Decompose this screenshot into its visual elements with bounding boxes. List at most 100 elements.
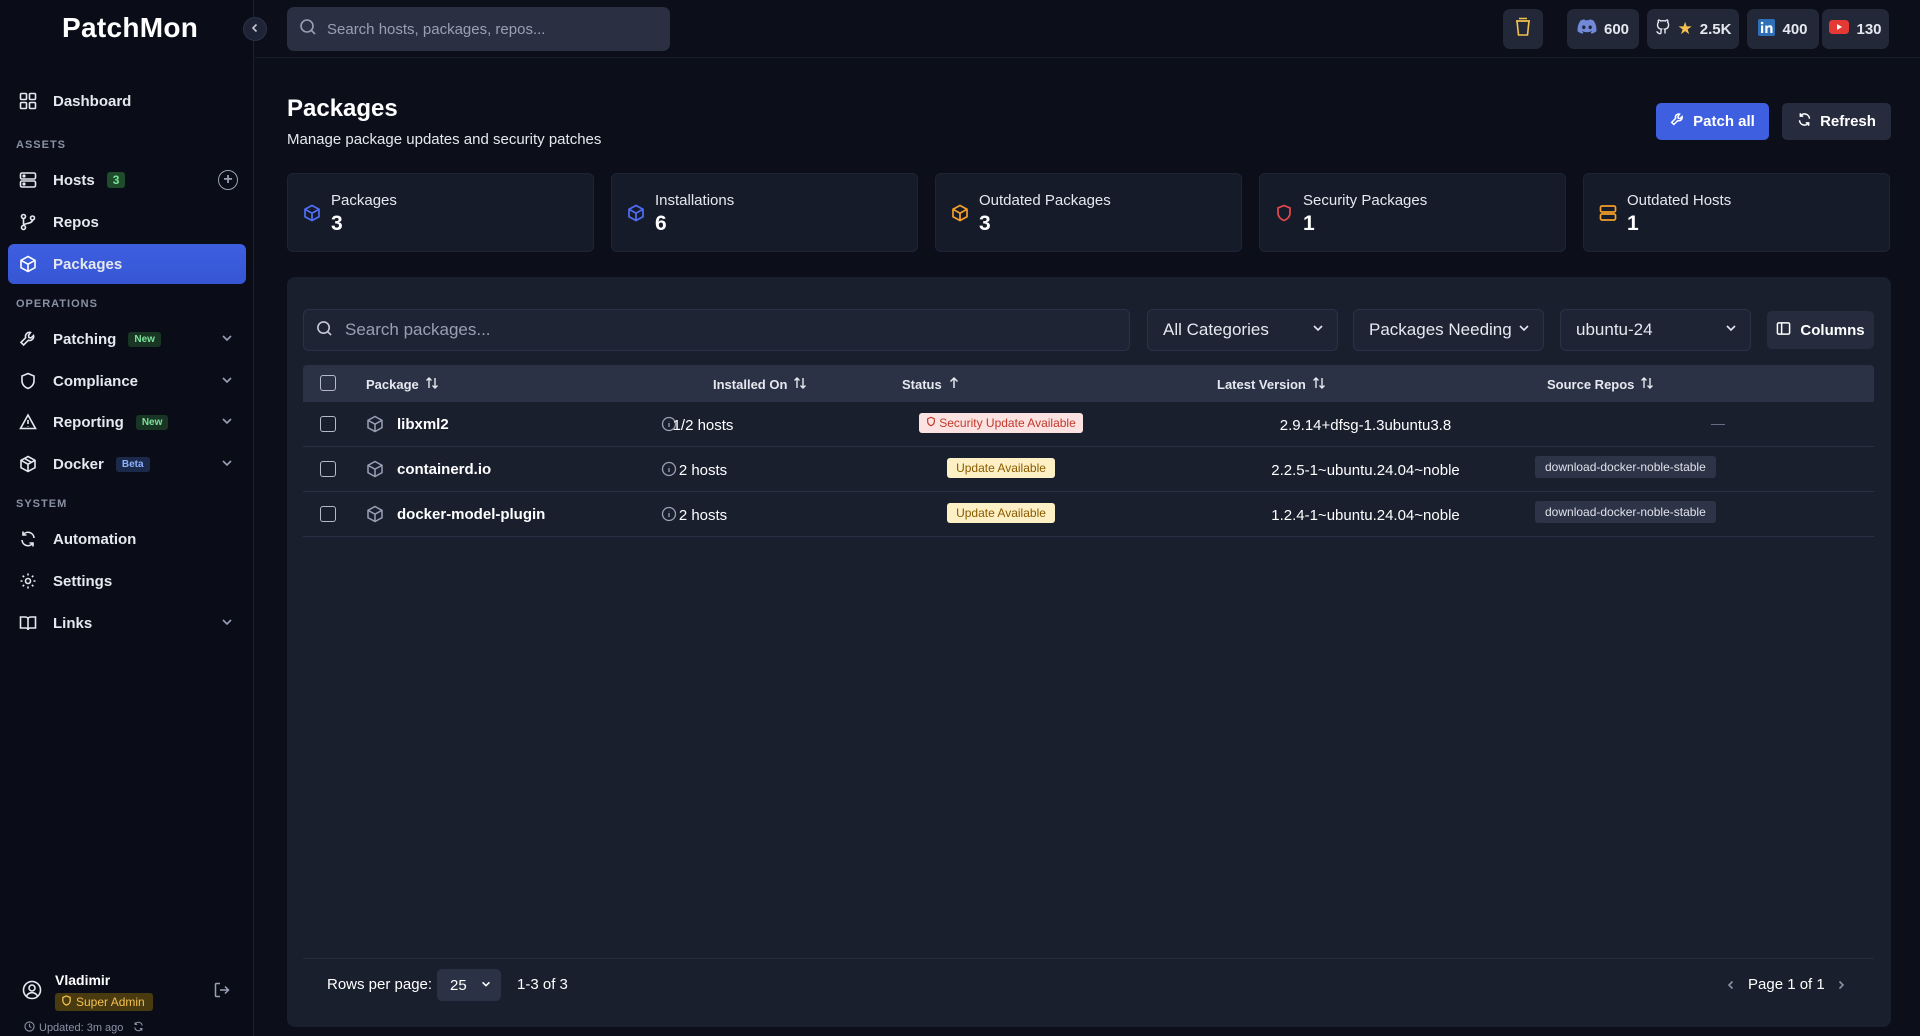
sidebar-item-reporting[interactable]: Reporting New xyxy=(8,402,246,442)
package-search-input[interactable] xyxy=(345,320,1105,340)
source-repo-cell: download-docker-noble-stable xyxy=(1535,456,1716,478)
column-header-status[interactable]: Status xyxy=(902,376,960,393)
status-text: Security Update Available xyxy=(939,416,1076,430)
buy-coffee-button[interactable] xyxy=(1503,9,1543,49)
status-select[interactable]: Packages Needing xyxy=(1353,309,1544,351)
column-header-label: Latest Version xyxy=(1217,377,1306,392)
stat-card-outdated-packages[interactable]: Outdated Packages 3 xyxy=(935,173,1242,252)
rows-per-page-label: Rows per page: xyxy=(327,976,433,993)
stat-label: Outdated Packages xyxy=(979,192,1111,209)
source-repo-tag[interactable]: download-docker-noble-stable xyxy=(1535,501,1716,523)
youtube-icon xyxy=(1829,20,1850,38)
refresh-icon xyxy=(1797,112,1812,131)
status-select-value: Packages Needing xyxy=(1369,320,1512,339)
source-repo-cell: download-docker-noble-stable xyxy=(1535,501,1716,523)
stat-label: Installations xyxy=(655,192,735,209)
sidebar-item-links[interactable]: Links xyxy=(8,603,246,643)
sidebar-item-patching[interactable]: Patching New xyxy=(8,319,246,359)
refresh-button[interactable]: Refresh xyxy=(1782,103,1891,140)
shield-icon xyxy=(926,416,936,430)
chevron-down-icon xyxy=(220,373,234,391)
page-title: Packages xyxy=(287,95,398,122)
warning-triangle-icon xyxy=(18,412,38,432)
add-host-icon[interactable]: + xyxy=(218,170,238,190)
source-repo-tag[interactable]: download-docker-noble-stable xyxy=(1535,456,1716,478)
linkedin-stat[interactable]: 400 xyxy=(1747,9,1819,49)
user-profile[interactable]: Vladimir Super Admin xyxy=(22,970,242,1011)
installed-on[interactable]: 2 hosts xyxy=(628,507,778,524)
youtube-stat[interactable]: 130 xyxy=(1822,9,1889,49)
status-cell: Update Available xyxy=(911,503,1091,523)
installed-on[interactable]: 1/2 hosts xyxy=(628,417,778,434)
sidebar-item-label: Packages xyxy=(53,255,123,273)
patch-all-label: Patch all xyxy=(1693,113,1755,130)
chevron-down-icon xyxy=(220,615,234,633)
columns-icon xyxy=(1776,321,1791,340)
youtube-count: 130 xyxy=(1856,20,1882,38)
rows-per-page-select[interactable]: 25 xyxy=(437,969,501,1001)
chevron-right-icon[interactable] xyxy=(1835,978,1847,995)
sidebar-item-label: Settings xyxy=(53,572,113,590)
table-row[interactable]: libxml2 1/2 hosts Security Update Availa… xyxy=(303,402,1874,447)
section-label-assets: ASSETS xyxy=(16,139,67,151)
table-row[interactable]: containerd.io 2 hosts Update Available 2… xyxy=(303,447,1874,492)
column-header-latest-version[interactable]: Latest Version xyxy=(1217,376,1326,393)
row-checkbox[interactable] xyxy=(320,461,336,477)
stat-card-security-packages[interactable]: Security Packages 1 xyxy=(1259,173,1566,252)
sidebar-item-label: Patching xyxy=(53,330,117,348)
column-header-source-repos[interactable]: Source Repos xyxy=(1547,376,1654,393)
sidebar-item-repos[interactable]: Repos xyxy=(8,202,246,242)
packages-panel: All Categories Packages Needing ubuntu-2… xyxy=(287,277,1891,1027)
stat-card-packages[interactable]: Packages 3 xyxy=(287,173,594,252)
sort-icon xyxy=(1640,376,1654,393)
discord-stat[interactable]: 600 xyxy=(1567,9,1639,49)
column-header-package[interactable]: Package xyxy=(366,376,439,393)
installed-on[interactable]: 2 hosts xyxy=(628,462,778,479)
table-row[interactable]: docker-model-plugin 2 hosts Update Avail… xyxy=(303,492,1874,537)
column-header-installed-on[interactable]: Installed On xyxy=(713,376,807,393)
github-stat[interactable]: ★ 2.5K xyxy=(1647,9,1739,49)
sidebar-item-dashboard[interactable]: Dashboard xyxy=(8,81,246,121)
select-all-checkbox[interactable] xyxy=(320,375,336,391)
sidebar-collapse-button[interactable] xyxy=(243,17,267,41)
sidebar-item-docker[interactable]: Docker Beta xyxy=(8,444,246,484)
stat-value: 3 xyxy=(331,212,343,235)
logout-icon[interactable] xyxy=(213,981,231,1003)
book-icon xyxy=(18,613,38,633)
category-select[interactable]: All Categories xyxy=(1147,309,1338,351)
chevron-left-icon[interactable] xyxy=(1725,978,1737,995)
package-search[interactable] xyxy=(303,309,1130,351)
row-checkbox[interactable] xyxy=(320,416,336,432)
sidebar-item-settings[interactable]: Settings xyxy=(8,561,246,601)
row-checkbox[interactable] xyxy=(320,506,336,522)
columns-button[interactable]: Columns xyxy=(1767,311,1874,349)
stat-card-installations[interactable]: Installations 6 xyxy=(611,173,918,252)
patch-all-button[interactable]: Patch all xyxy=(1656,103,1769,140)
sidebar-item-hosts[interactable]: Hosts 3 + xyxy=(8,160,246,200)
role-badge: Super Admin xyxy=(55,993,153,1011)
server-icon xyxy=(18,170,38,190)
sidebar-item-label: Repos xyxy=(53,213,99,231)
package-icon xyxy=(18,254,38,274)
pagination-range: 1-3 of 3 xyxy=(517,976,568,993)
refresh-label: Refresh xyxy=(1820,113,1876,130)
os-select[interactable]: ubuntu-24 xyxy=(1560,309,1751,351)
package-name[interactable]: docker-model-plugin xyxy=(397,506,545,523)
latest-version: 1.2.4-1~ubuntu.24.04~noble xyxy=(1271,507,1460,524)
global-search-input[interactable] xyxy=(327,20,647,38)
sidebar-item-label: Hosts xyxy=(53,171,95,189)
sidebar: PatchMon Dashboard ASSETS Hosts 3 + Repo… xyxy=(0,0,254,1036)
sidebar-item-packages[interactable]: Packages xyxy=(8,244,246,284)
package-name[interactable]: libxml2 xyxy=(397,416,449,433)
app-logo[interactable]: PatchMon xyxy=(62,12,198,44)
sidebar-item-automation[interactable]: Automation xyxy=(8,519,246,559)
package-name[interactable]: containerd.io xyxy=(397,461,491,478)
sidebar-item-compliance[interactable]: Compliance xyxy=(8,361,246,401)
section-label-operations: OPERATIONS xyxy=(16,298,98,310)
refresh-icon[interactable] xyxy=(133,1021,144,1035)
user-name: Vladimir xyxy=(55,972,111,988)
stat-card-outdated-hosts[interactable]: Outdated Hosts 1 xyxy=(1583,173,1890,252)
global-search[interactable] xyxy=(287,7,670,51)
os-select-value: ubuntu-24 xyxy=(1576,320,1653,339)
clock-icon xyxy=(24,1021,35,1035)
